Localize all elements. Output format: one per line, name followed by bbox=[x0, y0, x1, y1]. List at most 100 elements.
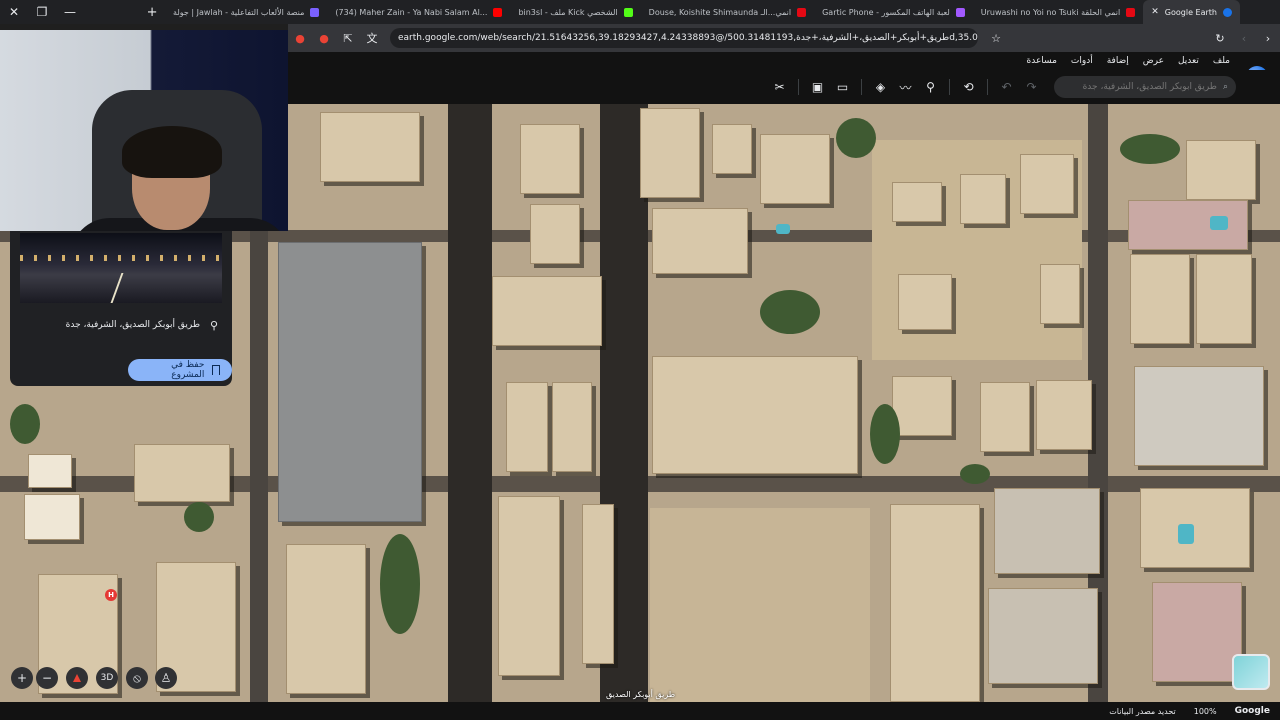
menu-tools[interactable]: أدوات bbox=[1071, 56, 1093, 66]
status-bar: تحديد مصدر البيانات 100% Google bbox=[0, 702, 1280, 720]
forward-icon[interactable]: › bbox=[1256, 26, 1280, 50]
building bbox=[1186, 140, 1256, 200]
street-view-thumbnail[interactable] bbox=[20, 233, 222, 303]
menu-view[interactable]: عرض bbox=[1143, 56, 1164, 66]
address-bar: ● ● ⇱ 文 earth.google.com/web/search/21.5… bbox=[288, 24, 1280, 52]
compass-needle bbox=[73, 674, 81, 682]
path-icon[interactable]: 〰 bbox=[893, 75, 918, 100]
tree-cluster bbox=[184, 502, 214, 532]
building bbox=[652, 208, 748, 274]
search-input[interactable] bbox=[1076, 82, 1217, 92]
save-to-project-button[interactable]: حفظ في المشروع bbox=[128, 359, 232, 381]
browser-tab[interactable]: Gartic Phone - لعبة الهاتف المكسور bbox=[814, 0, 973, 24]
open-in-app-icon[interactable]: ⇱ bbox=[336, 26, 360, 50]
tree-cluster bbox=[10, 404, 40, 444]
pool bbox=[776, 224, 790, 234]
browser-tab[interactable]: Uruwashi no Yoi no Tsuki انمي الحلقة bbox=[973, 0, 1143, 24]
extensions-icon[interactable]: ● bbox=[288, 26, 312, 50]
layers-icon[interactable]: ◈ bbox=[868, 75, 893, 100]
menu-file[interactable]: ملف bbox=[1213, 56, 1230, 66]
tree-cluster bbox=[1120, 134, 1180, 164]
building bbox=[892, 182, 942, 222]
building bbox=[712, 124, 752, 174]
tab-label: Google Earth bbox=[1164, 7, 1217, 17]
redo-icon[interactable]: ↷ bbox=[1019, 75, 1044, 100]
zoom-level: 100% bbox=[1193, 706, 1217, 716]
browser-tab[interactable]: (734) Maher Zain - Ya Nabi Salam Al... bbox=[327, 0, 510, 24]
undo-icon[interactable]: ↶ bbox=[994, 75, 1019, 100]
history-icon[interactable]: ⟲ bbox=[956, 75, 981, 100]
close-window-icon[interactable]: ✕ bbox=[0, 0, 28, 24]
menu-add[interactable]: إضافة bbox=[1107, 56, 1129, 66]
building bbox=[1130, 254, 1190, 344]
toolbar-divider bbox=[949, 79, 950, 95]
browser-tab-active[interactable]: ✕ Google Earth bbox=[1143, 0, 1240, 24]
building bbox=[492, 276, 602, 346]
tab-favicon-icon bbox=[797, 7, 807, 17]
zoom-out-button[interactable]: − bbox=[36, 667, 58, 689]
pool bbox=[1178, 524, 1194, 544]
new-tab-icon[interactable]: + bbox=[139, 0, 165, 24]
pegman-icon[interactable]: ♙ bbox=[155, 667, 177, 689]
tree-cluster bbox=[836, 118, 876, 158]
ruler-icon[interactable]: ▭ bbox=[830, 75, 855, 100]
zoom-in-button[interactable]: + bbox=[11, 667, 33, 689]
search-box[interactable]: ⌕ bbox=[1054, 76, 1236, 98]
building bbox=[1196, 254, 1252, 344]
empty-lot bbox=[650, 508, 870, 702]
building bbox=[1128, 200, 1248, 250]
tab-label: Gartic Phone - لعبة الهاتف المكسور bbox=[822, 7, 950, 17]
google-earth-favicon-icon bbox=[1223, 7, 1232, 17]
reload-icon[interactable]: ↻ bbox=[1208, 26, 1232, 50]
tilt-icon[interactable]: ⦸ bbox=[126, 667, 148, 689]
tab-favicon-icon bbox=[310, 7, 320, 17]
building bbox=[988, 588, 1098, 684]
menu-help[interactable]: مساعدة bbox=[1027, 56, 1057, 66]
photo-icon[interactable]: ▣ bbox=[805, 75, 830, 100]
building bbox=[582, 504, 614, 664]
back-icon[interactable]: ‹ bbox=[1232, 26, 1256, 50]
browser-tab-strip: ✕ ❐ — + جولة | Jawlah - منصة الألعاب الت… bbox=[0, 0, 1280, 24]
search-icon[interactable]: ⌕ bbox=[1223, 82, 1228, 92]
youtube-favicon-icon bbox=[493, 7, 503, 17]
building bbox=[1140, 488, 1250, 568]
tab-label: Uruwashi no Yoi no Tsuki انمي الحلقة bbox=[980, 7, 1121, 17]
hospital-poi-icon[interactable]: H bbox=[105, 589, 117, 601]
tree-cluster bbox=[960, 464, 990, 484]
bookmark-icon[interactable]: ☆ bbox=[984, 26, 1008, 50]
browser-tab[interactable]: Douse, Koishite Shimaunda انمي...الـ bbox=[641, 0, 814, 24]
building bbox=[552, 382, 592, 472]
building bbox=[1036, 380, 1092, 450]
building bbox=[994, 488, 1100, 574]
building bbox=[498, 496, 560, 676]
url-field[interactable]: earth.google.com/web/search/21.51643256,… bbox=[390, 28, 978, 48]
ge-toolbar: ✂ ▣ ▭ ◈ 〰 ⚲ ⟲ ↶ ↷ ⌕ bbox=[288, 70, 1280, 104]
browser-tab[interactable]: جولة | Jawlah - منصة الألعاب التفاعلية bbox=[165, 0, 327, 24]
tab-close-icon[interactable]: ✕ bbox=[1151, 7, 1159, 17]
cleanup-icon[interactable]: ✂ bbox=[767, 75, 792, 100]
large-building bbox=[652, 356, 858, 474]
building bbox=[134, 444, 230, 502]
tab-label: bin3sl - ملف Kick الشخصي bbox=[518, 7, 618, 17]
compass-icon[interactable] bbox=[66, 667, 88, 689]
menu-edit[interactable]: تعديل bbox=[1178, 56, 1199, 66]
minimize-window-icon[interactable]: — bbox=[56, 0, 84, 24]
building bbox=[24, 494, 80, 540]
overview-map-thumbnail[interactable] bbox=[1232, 654, 1270, 690]
tab-label: Douse, Koishite Shimaunda انمي...الـ bbox=[648, 7, 792, 17]
toolbar-divider bbox=[798, 79, 799, 95]
building bbox=[890, 504, 980, 702]
building bbox=[1152, 582, 1242, 682]
placemark-icon[interactable]: ⚲ bbox=[918, 75, 943, 100]
toggle-3d-button[interactable]: 3D bbox=[96, 667, 118, 689]
google-logo: Google bbox=[1234, 706, 1270, 716]
browser-tab[interactable]: bin3sl - ملف Kick الشخصي bbox=[510, 0, 640, 24]
building bbox=[530, 204, 580, 264]
data-source-link[interactable]: تحديد مصدر البيانات bbox=[1109, 707, 1176, 716]
restore-window-icon[interactable]: ❐ bbox=[28, 0, 56, 24]
notifications-icon[interactable]: ● bbox=[312, 26, 336, 50]
location-pin-icon: ⚲ bbox=[209, 318, 219, 332]
building bbox=[1040, 264, 1080, 324]
translate-icon[interactable]: 文 bbox=[360, 26, 384, 50]
building bbox=[1020, 154, 1074, 214]
